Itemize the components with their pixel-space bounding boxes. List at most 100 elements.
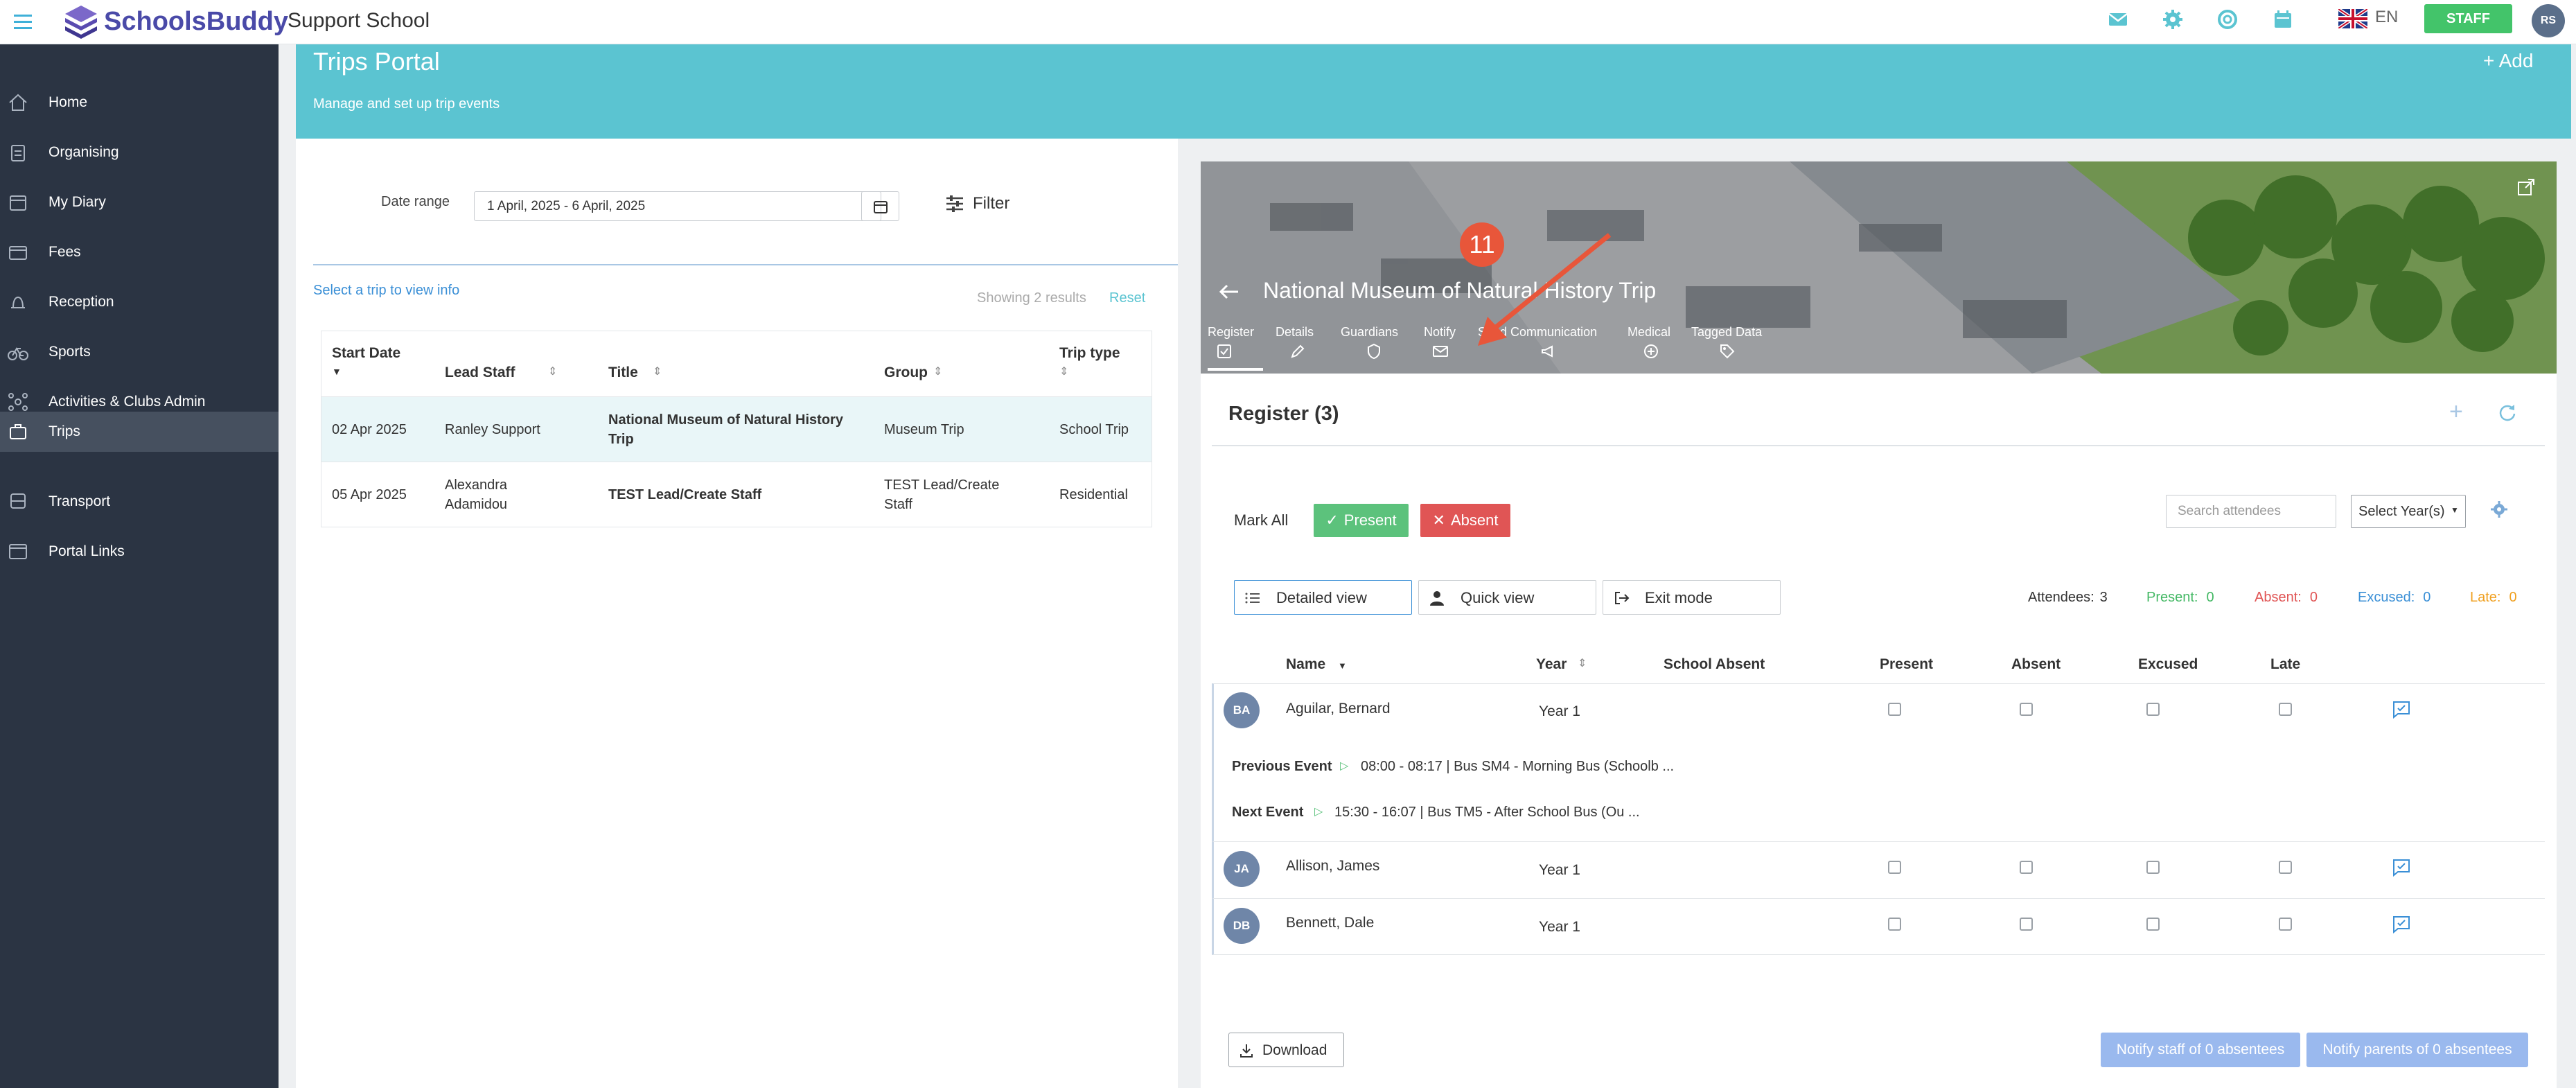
mark-all-absent-button[interactable]: ✕ Absent xyxy=(1420,504,1510,537)
mail-icon[interactable] xyxy=(2106,8,2130,31)
brand-name: SchoolsBuddy xyxy=(104,7,289,36)
tab-tagged-data[interactable]: Tagged Data xyxy=(1691,325,1774,371)
detailed-view-button[interactable]: Detailed view xyxy=(1234,580,1412,615)
download-button[interactable]: Download xyxy=(1228,1033,1344,1067)
tab-medical[interactable]: Medical xyxy=(1627,325,1683,371)
tab-guardians[interactable]: Guardians xyxy=(1341,325,1410,371)
calendar-icon[interactable] xyxy=(2271,8,2295,31)
excused-checkbox[interactable] xyxy=(2146,861,2160,874)
previous-event-detail: 08:00 - 08:17 | Bus SM4 - Morning Bus (S… xyxy=(1361,759,1675,774)
sidebar-item-sports[interactable]: Sports xyxy=(0,332,279,372)
calendar-icon xyxy=(873,200,888,213)
language-label[interactable]: EN xyxy=(2375,8,2398,27)
attendee-name[interactable]: Bennett, Dale xyxy=(1286,915,1374,931)
excused-checkbox[interactable] xyxy=(2146,703,2160,716)
col-header-start-date[interactable]: Start Date xyxy=(332,345,400,362)
trips-table: Start Date ▼ Lead Staff ⇕ Title ⇕ Group … xyxy=(321,331,1152,527)
present-checkbox[interactable] xyxy=(1888,918,1901,931)
tab-register[interactable]: Register xyxy=(1201,325,1263,371)
refresh-icon[interactable] xyxy=(2498,403,2517,422)
col-header-school-absent: School Absent xyxy=(1664,656,1765,672)
bus-icon xyxy=(10,493,26,509)
logo-icon[interactable] xyxy=(61,3,101,40)
table-row[interactable]: 05 Apr 2025 Alexandra Adamidou TEST Lead… xyxy=(321,462,1152,527)
sidebar-item-reception[interactable]: Reception xyxy=(0,282,279,322)
sort-desc-icon[interactable]: ▼ xyxy=(1338,660,1347,671)
edit-icon xyxy=(1291,344,1305,358)
exit-mode-button[interactable]: Exit mode xyxy=(1603,580,1781,615)
filter-sliders-icon[interactable] xyxy=(945,194,964,213)
external-link-icon[interactable] xyxy=(2516,177,2537,198)
stat-value: 3 xyxy=(2099,590,2108,605)
back-arrow-icon[interactable] xyxy=(1219,283,1240,300)
mark-all-present-button[interactable]: ✓ Present xyxy=(1314,504,1409,537)
quick-view-button[interactable]: Quick view xyxy=(1418,580,1596,615)
sidebar-item-transport[interactable]: Transport xyxy=(0,482,279,522)
sidebar-item-organising[interactable]: Organising xyxy=(0,132,279,173)
gear-icon[interactable] xyxy=(2161,8,2185,31)
close-icon: ✕ xyxy=(1432,511,1445,529)
tab-label: Register xyxy=(1208,325,1255,339)
excused-checkbox[interactable] xyxy=(2146,918,2160,931)
trip-title-cont: Trip xyxy=(608,432,634,447)
attendee-row[interactable]: JA Allison, James Year 1 xyxy=(1212,841,2545,898)
absent-checkbox[interactable] xyxy=(2020,703,2033,716)
absent-checkbox[interactable] xyxy=(2020,861,2033,874)
mark-all-label: Mark All xyxy=(1234,511,1289,529)
sort-icon[interactable]: ⇕ xyxy=(933,365,942,378)
col-header-group[interactable]: Group xyxy=(884,365,928,381)
uk-flag-icon[interactable] xyxy=(2338,9,2367,28)
attendee-row[interactable]: BA Aguilar, Bernard Year 1 Previous Even… xyxy=(1212,683,2545,845)
col-header-title[interactable]: Title xyxy=(608,365,638,381)
tab-label: Tagged Data xyxy=(1691,325,1763,339)
reset-link[interactable]: Reset xyxy=(1109,290,1145,306)
attendee-row[interactable]: DB Bennett, Dale Year 1 xyxy=(1212,898,2545,955)
notify-parents-button[interactable]: Notify parents of 0 absentees xyxy=(2306,1033,2528,1067)
late-checkbox[interactable] xyxy=(2279,703,2292,716)
absent-checkbox[interactable] xyxy=(2020,918,2033,931)
stat-label: Late: xyxy=(2470,590,2501,605)
col-header-trip-type[interactable]: Trip type xyxy=(1059,345,1120,362)
hamburger-menu-icon[interactable] xyxy=(12,12,35,32)
sort-icon[interactable]: ⇕ xyxy=(548,365,557,378)
col-header-year[interactable]: Year xyxy=(1536,656,1567,673)
sidebar-item-trips[interactable]: Trips xyxy=(0,412,279,452)
sidebar-item-my-diary[interactable]: My Diary xyxy=(0,182,279,222)
filter-button[interactable]: Filter xyxy=(973,194,1009,213)
tag-icon xyxy=(1720,344,1735,359)
notify-staff-button[interactable]: Notify staff of 0 absentees xyxy=(2101,1033,2300,1067)
sort-icon[interactable]: ⇕ xyxy=(653,365,662,378)
add-attendee-icon[interactable]: + xyxy=(2449,398,2463,425)
attendee-name[interactable]: Aguilar, Bernard xyxy=(1286,701,1391,717)
calendar-picker-button[interactable] xyxy=(861,191,899,221)
user-avatar[interactable]: RS xyxy=(2532,4,2565,37)
present-checkbox[interactable] xyxy=(1888,703,1901,716)
sidebar-item-fees[interactable]: Fees xyxy=(0,232,279,272)
comment-icon[interactable] xyxy=(2391,699,2412,720)
staff-badge[interactable]: STAFF xyxy=(2424,4,2512,33)
comment-icon[interactable] xyxy=(2391,857,2412,878)
col-header-lead-staff[interactable]: Lead Staff xyxy=(445,365,515,381)
present-checkbox[interactable] xyxy=(1888,861,1901,874)
sort-desc-icon[interactable]: ▼ xyxy=(332,366,342,377)
year-select[interactable]: Select Year(s) ▼ xyxy=(2351,495,2466,528)
button-label: Exit mode xyxy=(1645,589,1713,606)
late-checkbox[interactable] xyxy=(2279,918,2292,931)
search-attendees-input[interactable]: Search attendees xyxy=(2166,495,2336,528)
col-header-name[interactable]: Name xyxy=(1286,656,1325,673)
table-row[interactable]: 02 Apr 2025 Ranley Support National Muse… xyxy=(321,396,1152,462)
sidebar-item-home[interactable]: Home xyxy=(0,82,279,123)
late-checkbox[interactable] xyxy=(2279,861,2292,874)
sort-icon[interactable]: ⇕ xyxy=(1059,365,1068,378)
tab-details[interactable]: Details xyxy=(1276,325,1324,371)
col-header-absent: Absent xyxy=(2011,656,2061,672)
settings-gear-icon[interactable] xyxy=(2489,500,2509,519)
attendee-name[interactable]: Allison, James xyxy=(1286,858,1379,875)
sidebar-item-portal-links[interactable]: Portal Links xyxy=(0,532,279,572)
comment-icon[interactable] xyxy=(2391,914,2412,935)
stat-value: 0 xyxy=(2309,590,2318,605)
sort-icon[interactable]: ⇕ xyxy=(1578,656,1587,670)
help-icon[interactable] xyxy=(2216,8,2239,31)
date-range-input[interactable]: 1 April, 2025 - 6 April, 2025 xyxy=(474,191,881,221)
add-button[interactable]: + Add xyxy=(2483,50,2533,72)
